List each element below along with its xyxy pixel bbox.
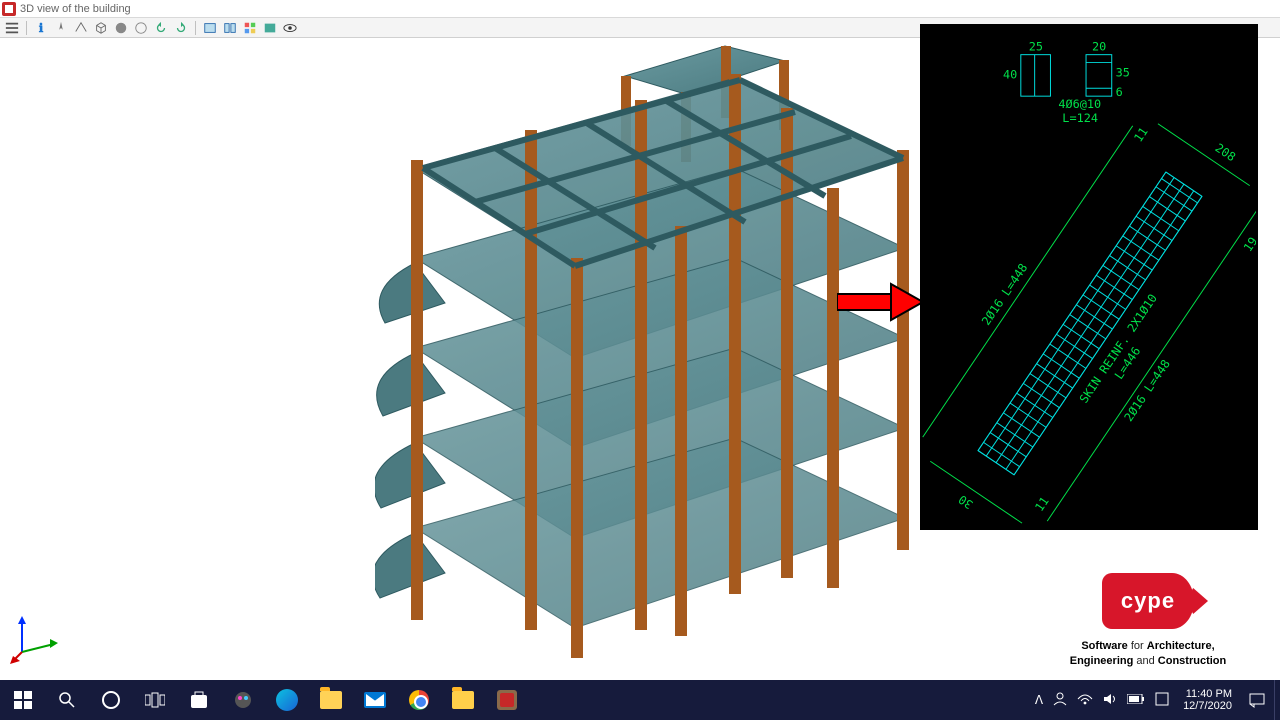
svg-text:6: 6 [1116, 85, 1123, 99]
perspective-icon[interactable] [73, 20, 89, 36]
show-desktop-button[interactable] [1274, 680, 1280, 720]
grid-icon[interactable] [242, 20, 258, 36]
taskbar-app-chrome[interactable] [398, 680, 440, 720]
svg-text:35: 35 [1116, 65, 1130, 79]
logo-mark: cype [1102, 573, 1194, 629]
taskbar-clock[interactable]: 11:40 PM 12/7/2020 [1175, 688, 1240, 712]
svg-text:25: 25 [1029, 40, 1043, 54]
svg-text:19: 19 [1241, 235, 1256, 255]
taskbar-app-cype[interactable] [486, 680, 528, 720]
tray-chevron-icon[interactable]: ᐱ [1035, 693, 1043, 707]
layers-icon[interactable] [262, 20, 278, 36]
svg-text:L=124: L=124 [1062, 111, 1098, 125]
cube-icon[interactable] [93, 20, 109, 36]
taskbar-app-xbox[interactable] [222, 680, 264, 720]
3d-viewport[interactable]: 25 40 20 35 6 4Ø6@10 L=124 [0, 38, 1280, 680]
windows-taskbar: ᐱ 11:40 PM 12/7/2020 [0, 680, 1280, 720]
info-icon[interactable]: ℹ [33, 20, 49, 36]
rotate-right-icon[interactable] [173, 20, 189, 36]
taskbar-app-edge[interactable] [266, 680, 308, 720]
svg-text:40: 40 [1003, 67, 1017, 81]
rotate-left-icon[interactable] [153, 20, 169, 36]
svg-text:30: 30 [956, 492, 976, 512]
window-titlebar: 3D view of the building [0, 0, 1280, 18]
toolbar-separator [26, 21, 27, 35]
tray-battery-icon[interactable] [1127, 693, 1145, 707]
svg-text:4Ø6@10: 4Ø6@10 [1058, 97, 1101, 111]
clock-date: 12/7/2020 [1183, 700, 1232, 712]
app-icon [2, 2, 16, 16]
menu-icon[interactable] [4, 20, 20, 36]
shade1-icon[interactable] [113, 20, 129, 36]
taskbar-app-mail[interactable] [354, 680, 396, 720]
cad-detail-panel: 25 40 20 35 6 4Ø6@10 L=124 [920, 24, 1258, 530]
svg-text:11: 11 [1131, 125, 1151, 145]
cype-logo: cype Software for Architecture, Engineer… [1038, 573, 1258, 668]
window-title: 3D view of the building [20, 3, 131, 15]
taskbar-app-explorer[interactable] [310, 680, 352, 720]
compass-icon[interactable] [53, 20, 69, 36]
window2-icon[interactable] [222, 20, 238, 36]
building-model [375, 38, 915, 678]
taskbar-app-store[interactable] [178, 680, 220, 720]
arrow-annotation [837, 282, 925, 322]
svg-text:30: 30 [1254, 215, 1256, 235]
notifications-button[interactable] [1240, 680, 1274, 720]
tray-network-icon[interactable] [1077, 693, 1093, 708]
start-button[interactable] [2, 680, 44, 720]
svg-text:11: 11 [1032, 494, 1052, 514]
eye-icon[interactable] [282, 20, 298, 36]
svg-text:208: 208 [1213, 141, 1239, 165]
search-button[interactable] [46, 680, 88, 720]
tray-language-icon[interactable] [1155, 692, 1169, 709]
svg-text:20: 20 [1092, 40, 1106, 54]
axis-gizmo[interactable] [10, 614, 60, 664]
taskview-button[interactable] [134, 680, 176, 720]
logo-tagline: Software for Architecture, Engineering a… [1038, 639, 1258, 668]
shade2-icon[interactable] [133, 20, 149, 36]
taskbar-app-files[interactable] [442, 680, 484, 720]
svg-text:2Ø16 L=448: 2Ø16 L=448 [979, 261, 1030, 328]
toolbar-separator [195, 21, 196, 35]
cortana-button[interactable] [90, 680, 132, 720]
system-tray[interactable]: ᐱ [1029, 692, 1175, 709]
window1-icon[interactable] [202, 20, 218, 36]
clock-time: 11:40 PM [1183, 688, 1232, 700]
tray-people-icon[interactable] [1053, 692, 1067, 709]
tray-volume-icon[interactable] [1103, 692, 1117, 709]
